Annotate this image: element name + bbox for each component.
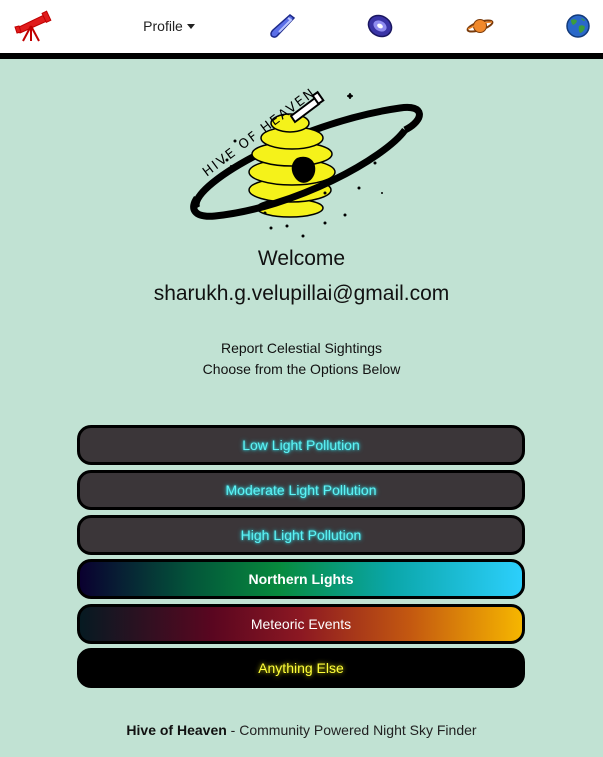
nav-galaxy[interactable] [364,10,396,42]
meteoric-events-button[interactable]: Meteoric Events [77,604,525,644]
subtitle-choose: Choose from the Options Below [202,361,401,377]
nav-home-telescope[interactable] [14,10,52,42]
profile-label: Profile [143,18,183,34]
welcome-heading: Welcome [257,247,346,270]
footer-brand: Hive of Heaven [126,722,227,738]
caret-down-icon [186,24,195,29]
comet-icon [270,14,296,38]
nav-comet[interactable] [266,10,298,42]
moderate-light-pollution-button[interactable]: Moderate Light Pollution [77,470,525,510]
user-email: sharukh.g.velupillai@gmail.com [153,282,450,305]
telescope-icon [14,10,52,42]
nav-planet[interactable] [464,10,496,42]
footer: Hive of Heaven - Community Powered Night… [0,722,603,738]
earth-icon [566,14,590,38]
footer-tagline: - Community Powered Night Sky Finder [226,722,477,738]
high-light-pollution-button[interactable]: High Light Pollution [77,515,525,555]
navbar: Profile [0,0,603,59]
subtitle-report: Report Celestial Sightings [220,340,383,356]
northern-lights-button[interactable]: Northern Lights [77,559,525,599]
hive-of-heaven-logo: HIVE OF HEAVEN [175,68,427,243]
galaxy-icon [367,14,393,38]
low-light-pollution-button[interactable]: Low Light Pollution [77,425,525,465]
nav-earth[interactable] [562,10,594,42]
planet-icon [466,19,494,33]
anything-else-button[interactable]: Anything Else [77,648,525,688]
hive-planet-logo-image: HIVE OF HEAVEN [190,85,423,238]
profile-dropdown[interactable]: Profile [138,10,200,42]
